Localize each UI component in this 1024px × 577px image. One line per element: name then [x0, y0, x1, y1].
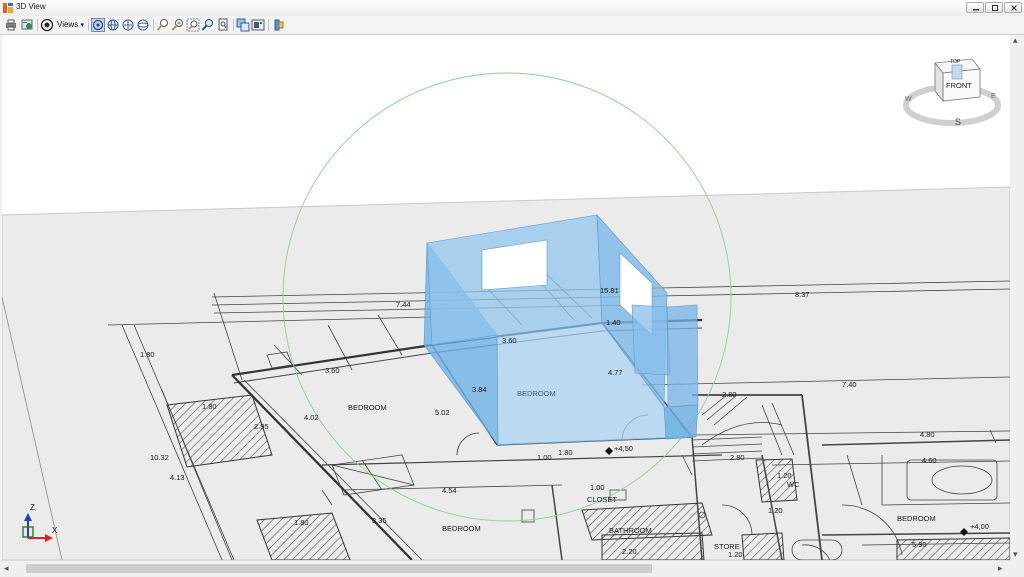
compass-e-label: E [991, 93, 996, 100]
zoom-selection-icon[interactable] [216, 18, 230, 32]
room-label: BATHROOM [609, 526, 652, 535]
vertical-scrollbar[interactable]: ▴ ▾ [1010, 35, 1024, 560]
dim-label: 3.84 [472, 385, 487, 394]
dim-label: 2.20 [622, 547, 637, 556]
globe-icon[interactable] [106, 18, 120, 32]
minimize-button[interactable] [966, 2, 984, 13]
dim-label: 7.44 [396, 300, 411, 309]
zoom-window-icon[interactable] [186, 18, 200, 32]
orbit-icon[interactable] [91, 18, 105, 32]
room-label: BEDROOM [348, 403, 387, 412]
dim-label: 3.60 [502, 336, 517, 345]
dim-label: 1.20 [728, 550, 743, 559]
title-bar: 3D View [0, 0, 1024, 17]
axis-x-label: X [52, 526, 58, 535]
scroll-right-icon[interactable]: ▸ [998, 563, 1003, 573]
dim-label: 3.35 [372, 516, 387, 525]
dim-label: 1.80 [558, 448, 573, 457]
dim-label: 4.80 [920, 430, 935, 439]
3d-viewport[interactable]: 15.81 8.37 7.44 1.40 3.60 3.60 4.77 3.84… [2, 35, 1010, 560]
look-around-icon[interactable] [136, 18, 150, 32]
dim-label: 1.20 [777, 471, 792, 480]
axis-z-label: Z [30, 503, 35, 512]
views-label: Views [57, 20, 79, 29]
zoom-extents-icon[interactable] [201, 18, 215, 32]
dim-label: 1.80 [140, 350, 155, 359]
layers-icon[interactable] [236, 18, 250, 32]
dim-label: 5.02 [435, 408, 450, 417]
maximize-button[interactable] [985, 2, 1003, 13]
horizontal-scroll-thumb[interactable] [26, 564, 652, 573]
dim-label: 1.00 [537, 453, 552, 462]
scene: 15.81 8.37 7.44 1.40 3.60 3.60 4.77 3.84… [2, 58, 1010, 560]
dim-label: 2.80 [730, 453, 745, 462]
close-button[interactable] [1004, 2, 1022, 13]
dim-label: 5.90 [912, 540, 927, 549]
compass-s-label: S [955, 117, 961, 127]
dim-label: 7.40 [842, 380, 857, 389]
toolbar: Views ▾ [0, 16, 1024, 35]
dim-label: 1.20 [768, 506, 783, 515]
window-title: 3D View [16, 2, 46, 11]
room-label: BEDROOM [517, 389, 556, 398]
dim-label: 2.95 [254, 422, 269, 431]
app-icon [3, 3, 13, 13]
room-label: STORE [714, 542, 740, 551]
viewcube-front-label: FRONT [946, 81, 972, 90]
level-label: +4,50 [614, 444, 633, 453]
dim-label: 2.80 [722, 390, 737, 399]
dim-label: 4.02 [304, 413, 319, 422]
dim-label: 1.80 [202, 402, 217, 411]
room-label: BEDROOM [897, 514, 936, 523]
walk-icon[interactable] [121, 18, 135, 32]
horizontal-scrollbar[interactable]: ◂ ▸ [0, 560, 1010, 577]
compass-w-label: W [905, 96, 912, 103]
scroll-down-icon[interactable]: ▾ [1013, 549, 1018, 559]
room-label: CLOSET [587, 495, 617, 504]
section-icon[interactable] [272, 18, 286, 32]
scroll-left-icon[interactable]: ◂ [4, 563, 9, 573]
viewcube-top-label: TOP [950, 59, 961, 65]
zoom-in-icon[interactable] [156, 18, 170, 32]
print-icon[interactable] [4, 18, 18, 32]
dim-label: 3.60 [325, 366, 340, 375]
render-icon[interactable] [40, 18, 54, 32]
room-label: BEDROOM [442, 524, 481, 533]
dim-label: 1.40 [606, 318, 621, 327]
dim-label: 1.00 [590, 483, 605, 492]
vertical-scroll-thumb[interactable] [1013, 43, 1021, 548]
settings-icon[interactable] [20, 18, 34, 32]
viewcube[interactable]: TOP FRONT W E S [903, 58, 1001, 127]
room-label: WC [787, 480, 800, 489]
dim-label: 15.81 [600, 286, 619, 295]
display-icon[interactable] [251, 18, 265, 32]
dim-label: 1.80 [294, 518, 309, 527]
zoom-out-icon[interactable] [171, 18, 185, 32]
dim-label: 10.32 [150, 453, 169, 462]
chevron-down-icon: ▾ [80, 22, 84, 29]
level-label: +4,00 [970, 522, 989, 531]
dim-label: 8.37 [795, 290, 810, 299]
dim-label: 4.54 [442, 486, 457, 495]
dim-label: 4.13 [170, 473, 185, 482]
dim-label: 4.77 [608, 368, 623, 377]
dim-label: 4.60 [922, 456, 937, 465]
views-dropdown[interactable]: Views ▾ [57, 19, 84, 31]
